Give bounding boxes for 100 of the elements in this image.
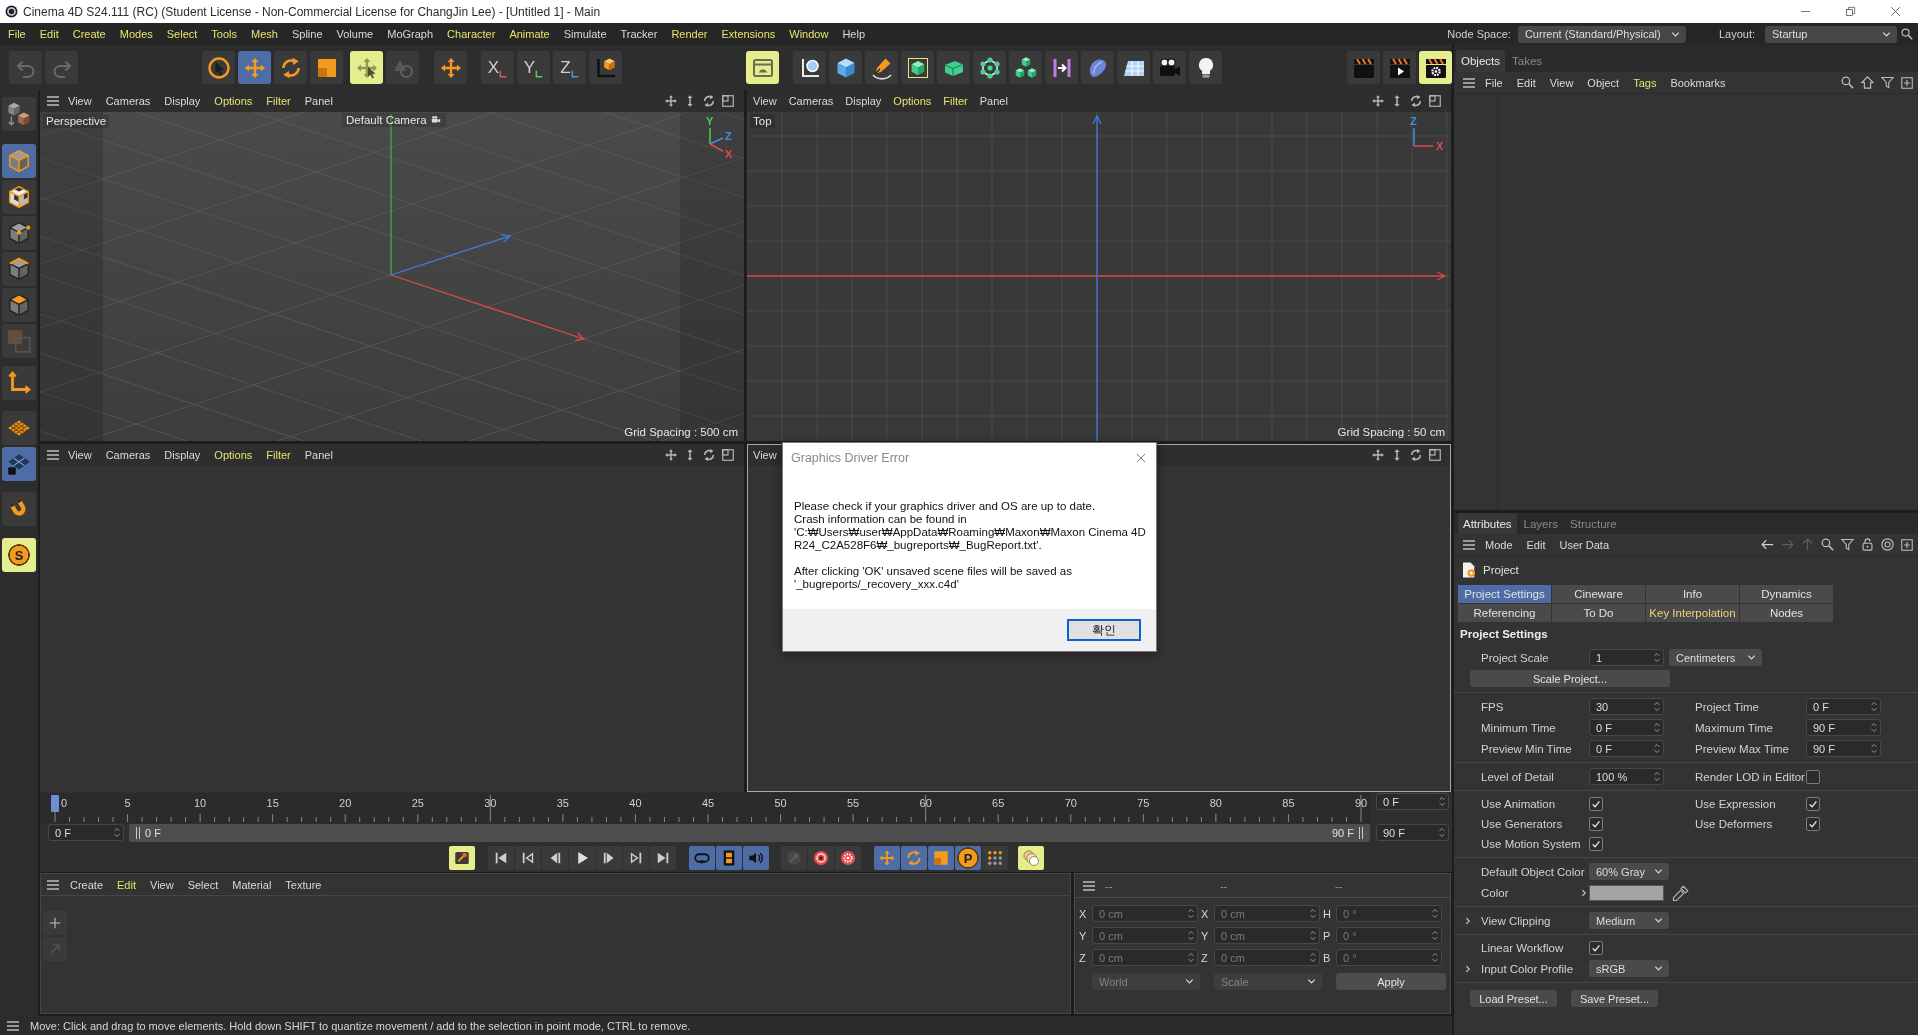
number-field[interactable]: 90 F bbox=[1806, 740, 1881, 757]
point-level-button[interactable] bbox=[982, 846, 1008, 870]
menu-item[interactable]: Character bbox=[440, 23, 503, 45]
selection-tool-button[interactable] bbox=[202, 51, 235, 84]
viewport-solo-button[interactable] bbox=[746, 51, 779, 84]
new-panel-icon[interactable] bbox=[1900, 75, 1914, 90]
action-button[interactable]: Save Preset... bbox=[1571, 990, 1658, 1007]
menu-item[interactable]: Display bbox=[839, 90, 888, 112]
menu-item[interactable]: Mode bbox=[1478, 534, 1520, 555]
circular-arrows-icon[interactable] bbox=[702, 448, 716, 462]
menu-item[interactable]: MoGraph bbox=[380, 23, 441, 45]
menu-item[interactable]: View bbox=[747, 90, 783, 112]
previous-key-button[interactable] bbox=[515, 846, 541, 870]
axis-lock-button[interactable]: Y bbox=[517, 51, 550, 84]
number-field[interactable]: 0 F bbox=[1589, 719, 1664, 736]
menu-item[interactable]: Simulate bbox=[556, 23, 614, 45]
number-field[interactable]: 90 F bbox=[1806, 719, 1881, 736]
section-tab[interactable]: Cineware bbox=[1552, 585, 1645, 603]
four-way-arrow-icon[interactable] bbox=[1371, 94, 1385, 108]
menu-item[interactable]: Object bbox=[1580, 72, 1627, 93]
sound-button[interactable] bbox=[743, 846, 769, 870]
target-icon[interactable] bbox=[1880, 537, 1895, 552]
menu-item[interactable]: File bbox=[1478, 72, 1510, 93]
menu-item[interactable]: Select bbox=[159, 23, 205, 45]
polygons-mode-button[interactable] bbox=[2, 288, 36, 322]
number-field[interactable]: 1 bbox=[1589, 649, 1664, 666]
menu-item[interactable]: Options bbox=[207, 444, 260, 466]
render-settings-button[interactable] bbox=[1419, 51, 1452, 84]
section-tab[interactable]: To Do bbox=[1552, 604, 1645, 622]
layout-dropdown[interactable]: Startup bbox=[1765, 25, 1897, 43]
axis-move-button[interactable] bbox=[434, 51, 467, 84]
menu-item[interactable]: Cameras bbox=[98, 90, 158, 112]
texture-mode-button[interactable] bbox=[2, 180, 36, 214]
time-field[interactable]: 90 F bbox=[1376, 824, 1449, 841]
checkbox[interactable] bbox=[1806, 817, 1820, 831]
workplane-button[interactable] bbox=[2, 411, 36, 445]
preview-range-bar[interactable]: 0 F 90 F bbox=[129, 824, 1370, 842]
menu-item[interactable]: View bbox=[61, 90, 99, 112]
menu-item[interactable]: Display bbox=[157, 90, 208, 112]
maximize-icon[interactable] bbox=[1428, 94, 1442, 108]
section-tab[interactable]: Dynamics bbox=[1740, 585, 1833, 603]
camera-button[interactable] bbox=[1153, 51, 1186, 84]
number-field[interactable]: 0 F bbox=[1806, 698, 1881, 715]
menu-item[interactable]: Filter bbox=[259, 444, 298, 466]
spline-button[interactable] bbox=[793, 51, 826, 84]
transform-tool-button[interactable] bbox=[350, 51, 383, 84]
circular-arrows-icon[interactable] bbox=[1409, 94, 1423, 108]
add-button[interactable] bbox=[43, 911, 67, 935]
grid-button[interactable] bbox=[2, 447, 36, 481]
color-swatch[interactable] bbox=[1589, 884, 1664, 901]
menu-item[interactable]: Cameras bbox=[98, 444, 158, 466]
checkbox[interactable] bbox=[1589, 941, 1603, 955]
menu-item[interactable]: View bbox=[61, 444, 99, 466]
panel-tab[interactable]: Takes bbox=[1507, 50, 1548, 72]
snap-button[interactable]: S bbox=[2, 538, 36, 572]
maximize-icon[interactable] bbox=[721, 94, 735, 108]
menu-icon[interactable] bbox=[45, 93, 61, 109]
points-mode-button[interactable] bbox=[2, 216, 36, 250]
circular-arrows-icon[interactable] bbox=[702, 94, 716, 108]
last-frame-button[interactable] bbox=[650, 846, 676, 870]
rotate-tool-button[interactable] bbox=[274, 51, 307, 84]
render-view-button[interactable] bbox=[1347, 51, 1380, 84]
checkbox[interactable] bbox=[1589, 817, 1603, 831]
node-space-dropdown[interactable]: Current (Standard/Physical) bbox=[1517, 25, 1686, 43]
menu-item[interactable]: Window bbox=[782, 23, 836, 45]
menu-item[interactable]: Material bbox=[225, 874, 279, 895]
maximize-icon[interactable] bbox=[1428, 448, 1442, 462]
close-icon[interactable] bbox=[1134, 451, 1148, 465]
menu-item[interactable]: Display bbox=[157, 444, 208, 466]
chevron-right-icon[interactable] bbox=[1579, 887, 1589, 898]
time-field[interactable]: 0 F bbox=[1376, 793, 1449, 810]
menu-item[interactable]: Texture bbox=[278, 874, 329, 895]
checkbox[interactable] bbox=[1806, 769, 1820, 784]
search-icon[interactable] bbox=[1900, 27, 1914, 41]
left-arrow-icon[interactable] bbox=[1760, 537, 1775, 552]
menu-item[interactable]: Create bbox=[65, 23, 113, 45]
keyframe-button[interactable] bbox=[449, 846, 475, 870]
menu-item[interactable]: Tags bbox=[1626, 72, 1664, 93]
axis-lock-button[interactable]: Z bbox=[553, 51, 586, 84]
menu-item[interactable]: Extensions bbox=[714, 23, 783, 45]
menu-item[interactable]: User Data bbox=[1552, 534, 1617, 555]
render-button[interactable] bbox=[1383, 51, 1416, 84]
menu-icon[interactable] bbox=[45, 447, 61, 463]
unit-dropdown[interactable]: Centimeters bbox=[1669, 649, 1762, 666]
play-button[interactable] bbox=[569, 846, 595, 870]
record-button[interactable] bbox=[808, 846, 834, 870]
menu-item[interactable]: Volume bbox=[329, 23, 381, 45]
lock-icon[interactable] bbox=[1860, 537, 1875, 552]
menu-item[interactable]: Help bbox=[835, 23, 873, 45]
filter-icon[interactable] bbox=[1880, 75, 1895, 90]
menu-item[interactable]: View bbox=[1542, 72, 1581, 93]
parameter-key-button[interactable]: P bbox=[955, 846, 981, 870]
dropdown[interactable]: 60% Gray bbox=[1589, 863, 1669, 880]
subdivision-button[interactable] bbox=[901, 51, 934, 84]
menu-item[interactable]: Panel bbox=[297, 90, 340, 112]
menu-item[interactable]: Tools bbox=[204, 23, 245, 45]
house-icon[interactable] bbox=[1860, 75, 1875, 90]
previous-frame-button[interactable] bbox=[542, 846, 568, 870]
search-icon[interactable] bbox=[1820, 537, 1835, 552]
menu-item[interactable]: Animate bbox=[502, 23, 557, 45]
